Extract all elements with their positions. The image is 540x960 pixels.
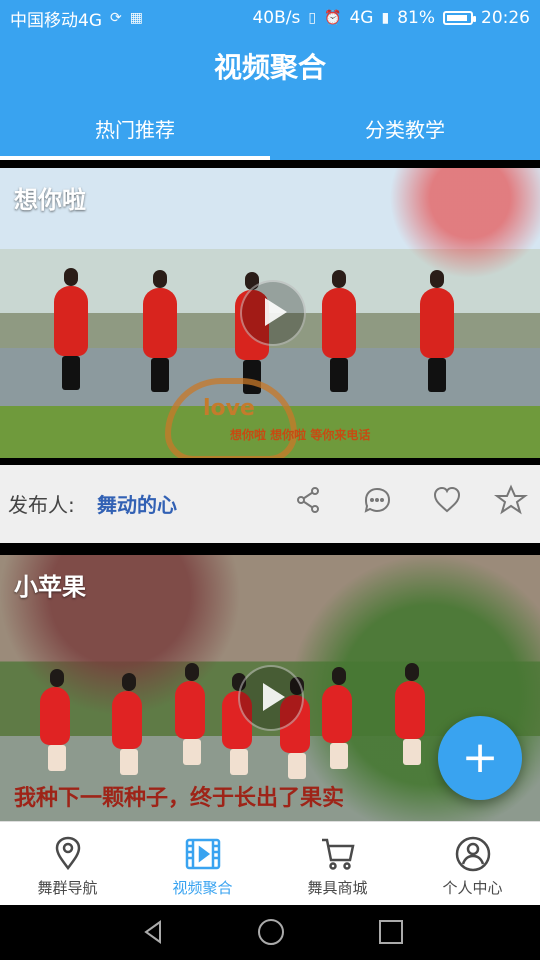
video-title: 小苹果 (14, 573, 86, 601)
dancer (54, 268, 88, 390)
location-pin-icon (48, 834, 88, 874)
nav-label: 舞具商城 (307, 879, 368, 897)
comment-icon[interactable] (360, 483, 394, 517)
play-button[interactable] (240, 280, 306, 346)
dancer (143, 270, 177, 392)
sync-icon: ⟳ (110, 10, 122, 26)
dancer (175, 663, 205, 765)
battery-text: 81% (397, 8, 435, 28)
battery-icon (443, 11, 476, 25)
star-icon[interactable] (494, 483, 528, 517)
nav-dance-mall[interactable]: 舞具商城 (270, 822, 405, 906)
dancer (420, 270, 454, 392)
tab-category-teaching[interactable]: 分类教学 (270, 106, 540, 160)
video-caption: 我种下一颗种子，终于长出了果实 (14, 786, 345, 811)
tab-category-teaching-label: 分类教学 (365, 118, 445, 142)
dancer (322, 270, 356, 392)
network-speed: 40B/s (252, 8, 301, 28)
video-meta-bar: 发布人: 舞动的心 (0, 465, 540, 543)
video-title: 想你啦 (14, 186, 86, 214)
nav-label: 视频聚合 (172, 879, 233, 897)
back-icon[interactable] (138, 917, 168, 947)
dancer (40, 669, 70, 771)
nav-label: 个人中心 (442, 879, 503, 897)
carrier-text: 中国移动4G (10, 10, 102, 31)
dancer (112, 673, 142, 775)
home-icon[interactable] (256, 917, 286, 947)
plus-icon: + (461, 732, 499, 783)
love-text: love (203, 396, 255, 421)
user-icon (453, 834, 493, 874)
tab-hot-recommend-label: 热门推荐 (95, 118, 175, 142)
signal-icon: ▮ (381, 10, 390, 26)
nav-personal-center[interactable]: 个人中心 (405, 822, 540, 906)
time-text: 20:26 (481, 8, 530, 28)
nav-dance-group[interactable]: 舞群导航 (0, 822, 135, 906)
nav-label: 舞群导航 (37, 879, 98, 897)
signal-text: 4G (349, 8, 374, 28)
play-button[interactable] (238, 665, 304, 731)
system-navigation (0, 905, 540, 960)
alarm-icon: ⏰ (324, 10, 342, 26)
recent-apps-icon[interactable] (376, 917, 406, 947)
status-bar: 中国移动4G ⟳ ▦ 40B/s ▯ ⏰ 4G ▮ 81% 20:26 (0, 0, 540, 36)
bottom-navigation: 舞群导航 视频聚合 舞具商城 个人中心 (0, 821, 540, 906)
video-icon (183, 834, 223, 874)
tab-bar: 热门推荐 分类教学 (0, 106, 540, 160)
data-icon: ▦ (129, 10, 143, 26)
video-card-1[interactable]: 想你啦 love 想你啦 想你啦 等你来电话 (0, 168, 540, 458)
cart-icon (318, 834, 358, 874)
dancer (322, 667, 352, 769)
vibrate-icon: ▯ (308, 10, 317, 26)
page-title: 视频聚合 (213, 51, 326, 84)
tab-hot-recommend[interactable]: 热门推荐 (0, 106, 270, 160)
nav-video-aggregate[interactable]: 视频聚合 (135, 822, 270, 906)
header: 视频聚合 热门推荐 分类教学 (0, 36, 540, 160)
video-caption: 想你啦 想你啦 等你来电话 (230, 428, 371, 442)
love-heart-emblem: love (165, 378, 297, 458)
status-right: 40B/s ▯ ⏰ 4G ▮ 81% 20:26 (252, 8, 530, 28)
share-icon[interactable] (291, 483, 325, 517)
publisher-label: 发布人: (8, 493, 75, 517)
publisher-name[interactable]: 舞动的心 (97, 489, 177, 518)
status-left: 中国移动4G ⟳ ▦ (10, 6, 143, 31)
heart-icon[interactable] (430, 483, 464, 517)
add-button[interactable]: + (438, 716, 522, 800)
dancer (395, 663, 425, 765)
